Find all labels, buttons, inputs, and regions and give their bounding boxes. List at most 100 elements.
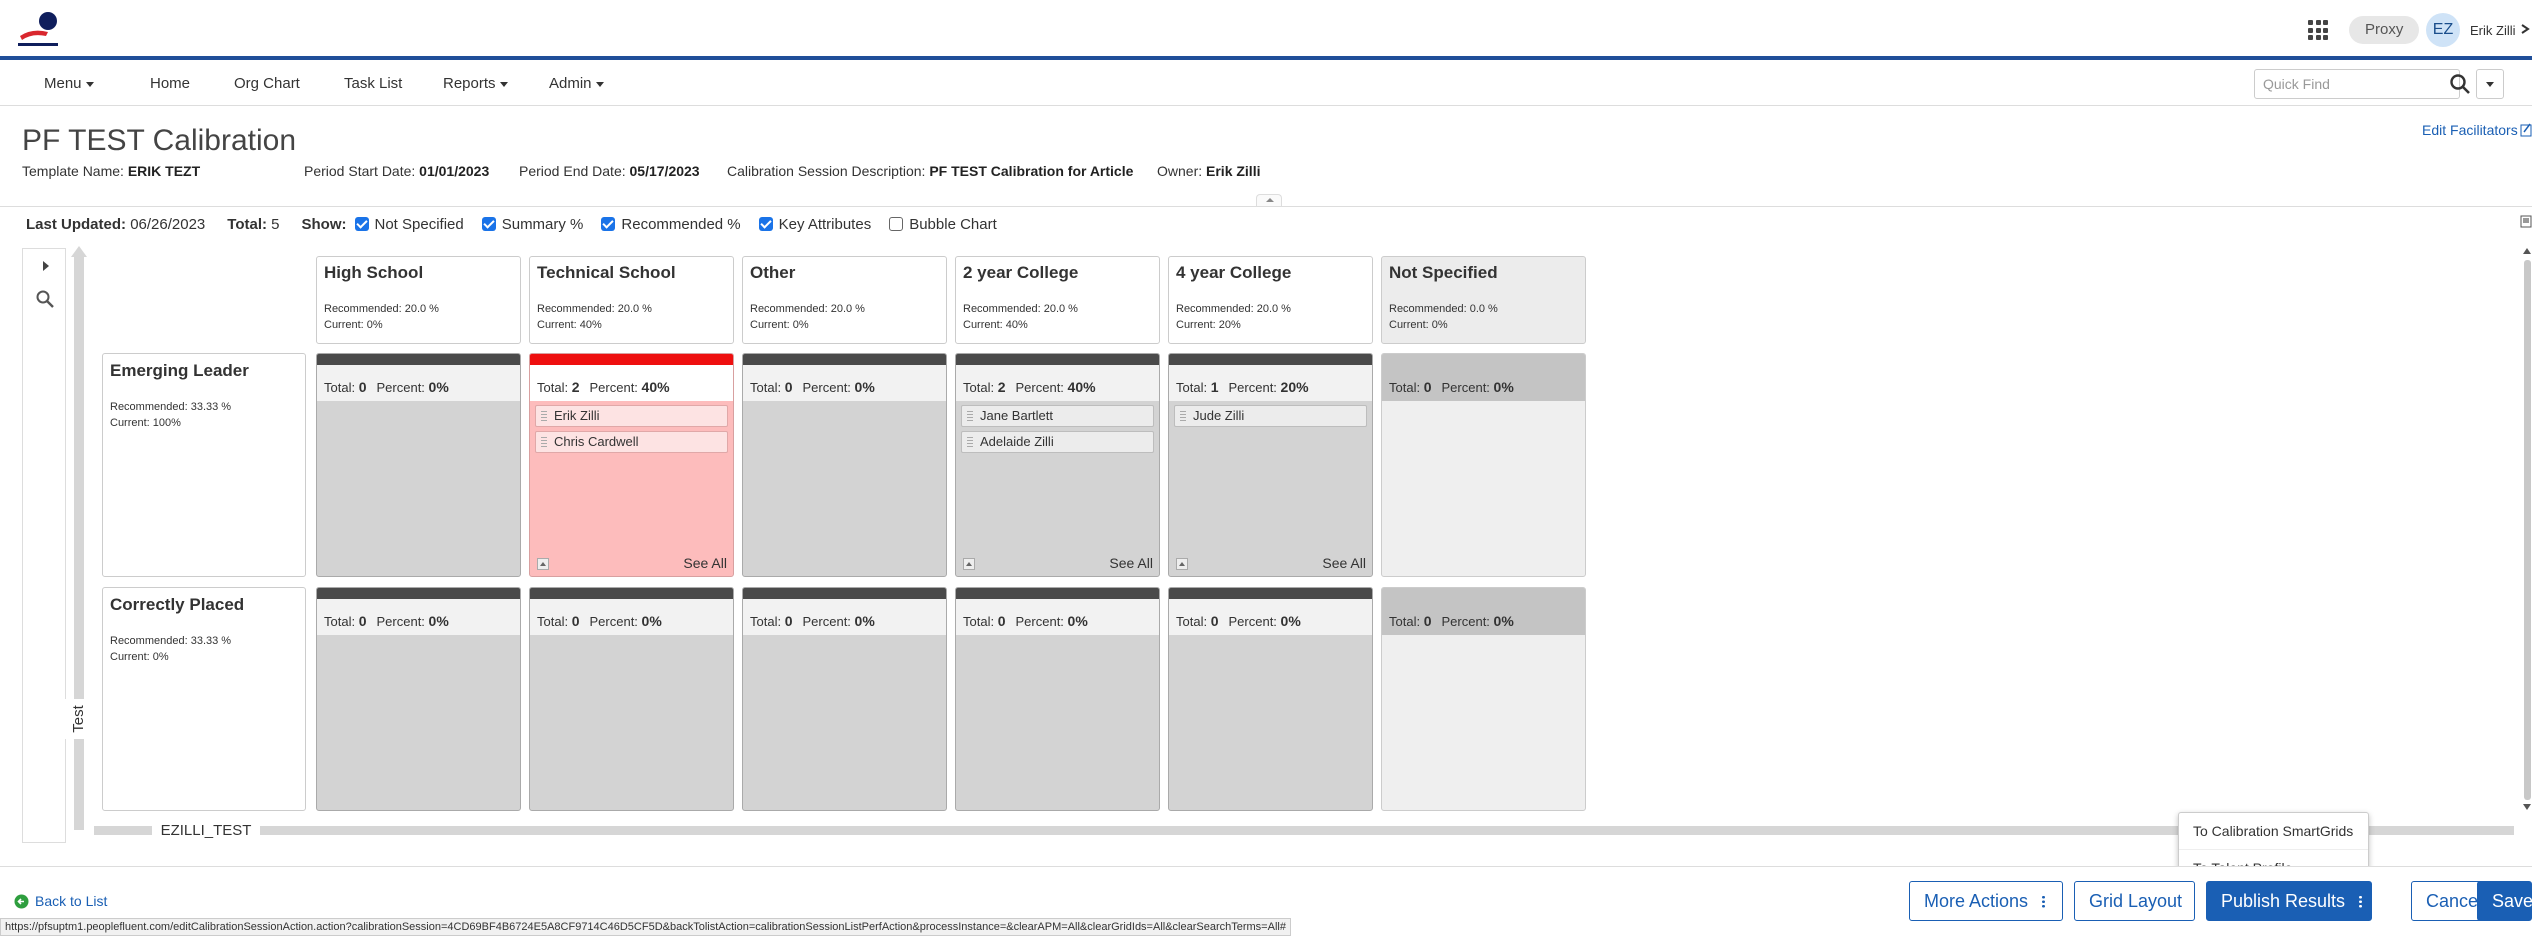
- company-logo[interactable]: [18, 10, 62, 50]
- publish-to-calibration-smartgrids[interactable]: To Calibration SmartGrids: [2179, 813, 2368, 849]
- checkbox-label: Not Specified: [374, 215, 464, 233]
- drag-handle-icon[interactable]: [1180, 411, 1186, 422]
- show-summary-percent-checkbox[interactable]: Summary %: [481, 216, 583, 233]
- grid-cell-emerging-leader-high-school[interactable]: Total: 0 Percent: 0%: [316, 353, 521, 577]
- more-actions-button[interactable]: More Actions: [1909, 881, 2063, 921]
- see-all-link[interactable]: See All: [1109, 555, 1153, 571]
- cell-stats: Total: 0 Percent: 0%: [317, 365, 520, 401]
- proxy-button[interactable]: Proxy: [2349, 16, 2420, 44]
- employee-card[interactable]: Adelaide Zilli: [961, 431, 1154, 453]
- search-icon[interactable]: [2448, 72, 2472, 96]
- grid-cell-correctly-placed-technical-school[interactable]: Total: 0 Percent: 0%: [529, 587, 734, 811]
- search-icon[interactable]: [35, 289, 55, 309]
- column-current: Current: 0%: [324, 319, 383, 331]
- nav-task-list[interactable]: Task List: [344, 75, 402, 92]
- drag-handle-icon[interactable]: [967, 411, 973, 422]
- checkbox-checked[interactable]: [354, 217, 369, 231]
- checkbox-unchecked[interactable]: [889, 217, 904, 231]
- drag-handle-icon[interactable]: [541, 437, 547, 448]
- expand-panel-icon[interactable]: [43, 261, 49, 271]
- grid-layout-button[interactable]: Grid Layout: [2074, 881, 2195, 921]
- cell-stats: Total: 0 Percent: 0%: [530, 599, 733, 635]
- last-updated-label: Last Updated:: [26, 215, 127, 233]
- apps-grid-icon[interactable]: [2308, 20, 2328, 40]
- see-all-link[interactable]: See All: [1322, 555, 1366, 571]
- collapse-header-toggle[interactable]: [1256, 194, 1282, 206]
- show-key-attributes-checkbox[interactable]: Key Attributes: [758, 216, 871, 233]
- total-value: 5: [271, 215, 280, 233]
- collapse-cell-icon[interactable]: [537, 558, 549, 570]
- see-all-link[interactable]: See All: [683, 555, 727, 571]
- quick-find-dropdown[interactable]: [2476, 69, 2504, 99]
- nav-menu[interactable]: Menu: [44, 75, 94, 92]
- back-arrow-icon: [14, 894, 29, 908]
- collapse-cell-icon[interactable]: [1176, 558, 1188, 570]
- total-label: Total:: [227, 215, 267, 233]
- export-icon[interactable]: [2520, 214, 2532, 230]
- side-panel: [22, 248, 66, 843]
- grid-cell-correctly-placed-4-year-college[interactable]: Total: 0 Percent: 0%: [1168, 587, 1373, 811]
- grid-cell-emerging-leader-not-specified[interactable]: Total: 0 Percent: 0%: [1381, 353, 1586, 577]
- drag-handle-icon[interactable]: [541, 411, 547, 422]
- grid-cell-emerging-leader-technical-school[interactable]: Total: 2 Percent: 40% Erik Zilli Chris Ca…: [529, 353, 734, 577]
- employee-card[interactable]: Jane Bartlett: [961, 405, 1154, 427]
- grid-toolbar: Last Updated: 06/26/2023 Total: 5 Show: …: [26, 213, 1015, 235]
- user-name[interactable]: Erik Zilli: [2470, 23, 2516, 38]
- collapse-cell-icon[interactable]: [963, 558, 975, 570]
- save-button[interactable]: Save: [2477, 881, 2532, 921]
- show-bubble-chart-checkbox[interactable]: Bubble Chart: [889, 216, 997, 233]
- column-name: 2 year College: [963, 263, 1079, 282]
- meta-value: 01/01/2023: [419, 163, 490, 179]
- employee-card[interactable]: Jude Zilli: [1174, 405, 1367, 427]
- row-header-emerging-leader: Emerging Leader Recommended: 33.33 % Cur…: [102, 353, 306, 577]
- nav-org-chart[interactable]: Org Chart: [234, 75, 300, 92]
- row-name: Correctly Placed: [110, 595, 245, 614]
- nav-admin-label: Admin: [549, 75, 592, 92]
- grid-cell-emerging-leader-2-year-college[interactable]: Total: 2 Percent: 40% Jane Bartlett Adela…: [955, 353, 1160, 577]
- pencil-icon[interactable]: [2520, 122, 2532, 138]
- user-avatar[interactable]: EZ: [2426, 13, 2460, 47]
- publish-results-button[interactable]: Publish Results: [2206, 881, 2372, 921]
- show-recommended-percent-checkbox[interactable]: Recommended %: [601, 216, 741, 233]
- column-current: Current: 40%: [537, 319, 602, 331]
- column-header-2-year-college: 2 year College Recommended: 20.0 % Curre…: [955, 256, 1160, 344]
- nav-home[interactable]: Home: [150, 75, 190, 92]
- grid-cell-correctly-placed-high-school[interactable]: Total: 0 Percent: 0%: [316, 587, 521, 811]
- x-axis: [94, 826, 2514, 835]
- column-name: High School: [324, 263, 424, 282]
- row-current: Current: 100%: [110, 417, 181, 429]
- checkbox-checked[interactable]: [481, 217, 496, 231]
- checkbox-checked[interactable]: [601, 217, 616, 231]
- vertical-scrollbar[interactable]: [2522, 248, 2532, 814]
- column-header-other: Other Recommended: 20.0 % Current: 0%: [742, 256, 947, 344]
- nav-admin[interactable]: Admin: [549, 75, 604, 92]
- drag-handle-icon[interactable]: [967, 437, 973, 448]
- grid-cell-correctly-placed-2-year-college[interactable]: Total: 0 Percent: 0%: [955, 587, 1160, 811]
- checkbox-checked[interactable]: [758, 217, 773, 231]
- scroll-up-arrow-icon[interactable]: [2523, 248, 2531, 254]
- cell-stats: Total: 0 Percent: 0%: [317, 599, 520, 635]
- grid-cell-correctly-placed-other[interactable]: Total: 0 Percent: 0%: [742, 587, 947, 811]
- column-recommended: Recommended: 0.0 %: [1389, 303, 1498, 315]
- main-nav: Menu Home Org Chart Task List Reports Ad…: [0, 64, 2532, 106]
- row-recommended: Recommended: 33.33 %: [110, 635, 232, 647]
- scroll-down-arrow-icon[interactable]: [2523, 804, 2531, 810]
- employee-card[interactable]: Chris Cardwell: [535, 431, 728, 453]
- edit-facilitators-link[interactable]: Edit Facilitators: [2422, 122, 2518, 138]
- more-vertical-icon: [2359, 895, 2363, 908]
- grid-cell-emerging-leader-other[interactable]: Total: 0 Percent: 0%: [742, 353, 947, 577]
- cell-stats: Total: 0 Percent: 0%: [1169, 599, 1372, 635]
- back-to-list-link[interactable]: Back to List: [14, 893, 107, 909]
- show-label: Show:: [301, 215, 347, 233]
- grid-cell-correctly-placed-not-specified[interactable]: Total: 0 Percent: 0%: [1381, 587, 1586, 811]
- quick-find-input[interactable]: [2254, 69, 2460, 99]
- scrollbar-thumb[interactable]: [2524, 260, 2531, 800]
- user-menu-chevron-icon[interactable]: [2521, 23, 2532, 35]
- cell-status-bar: [1169, 588, 1372, 599]
- meta-template-name: Template Name: ERIK TEZT: [22, 163, 200, 179]
- row-name: Emerging Leader: [110, 361, 249, 380]
- grid-cell-emerging-leader-4-year-college[interactable]: Total: 1 Percent: 20% Jude Zilli See All: [1168, 353, 1373, 577]
- show-not-specified-checkbox[interactable]: Not Specified: [354, 215, 464, 233]
- nav-reports[interactable]: Reports: [443, 75, 508, 92]
- employee-card[interactable]: Erik Zilli: [535, 405, 728, 427]
